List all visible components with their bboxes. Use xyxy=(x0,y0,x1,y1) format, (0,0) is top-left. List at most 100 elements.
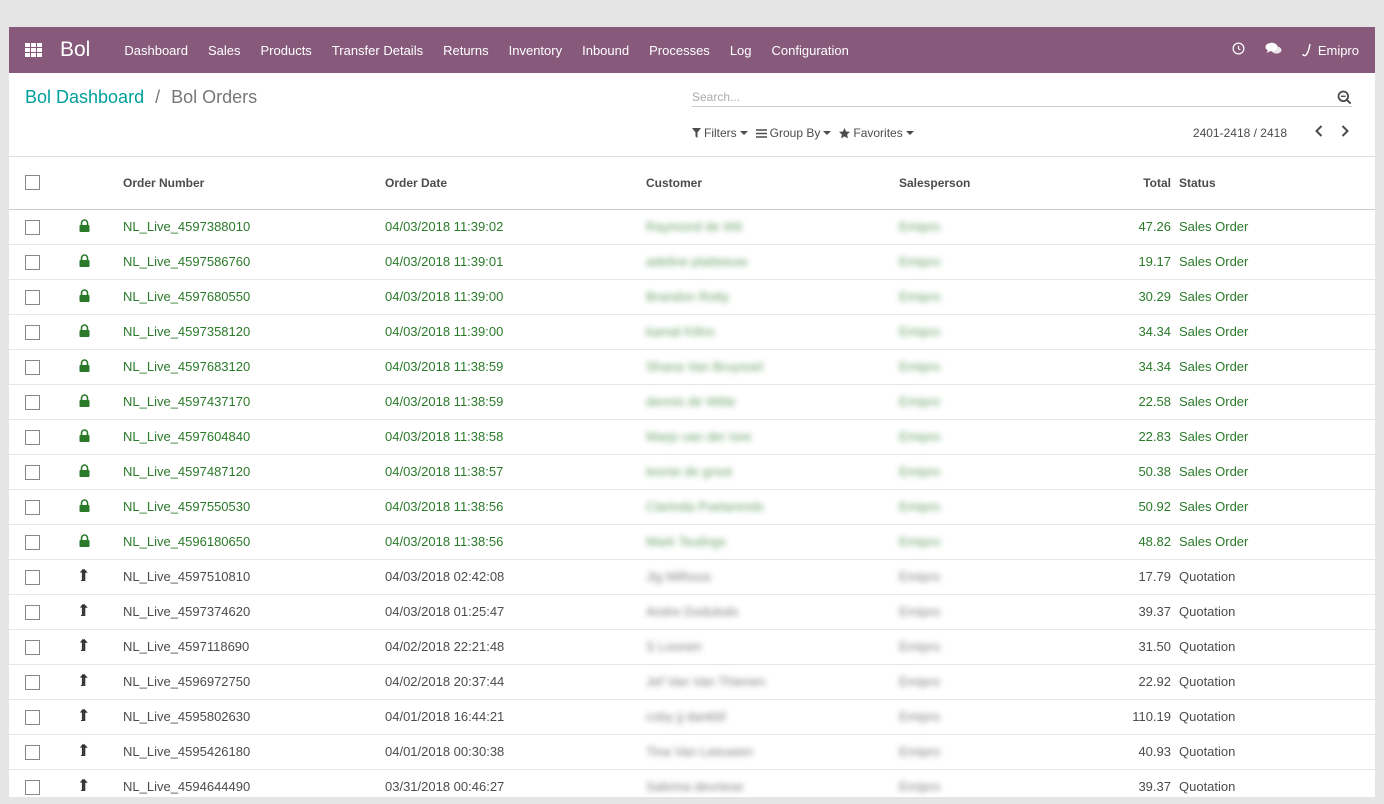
row-checkbox[interactable] xyxy=(25,674,40,690)
user-avatar-icon xyxy=(1302,43,1311,56)
table-row[interactable]: NL_Live_4597487120 04/03/2018 11:38:57 leo… xyxy=(9,454,1375,490)
table-row[interactable]: NL_Live_4597550530 04/03/2018 11:38:56 Cla… xyxy=(9,489,1375,525)
search-icon[interactable] xyxy=(1337,90,1352,108)
order-number-cell: NL_Live_4597586760 xyxy=(123,244,385,280)
row-checkbox[interactable] xyxy=(25,744,40,760)
pager-next-icon[interactable] xyxy=(1341,125,1353,140)
status-cell: Quotation xyxy=(1179,769,1375,797)
select-all-checkbox[interactable] xyxy=(25,175,40,191)
customer-name: Sabrina devriese xyxy=(646,779,744,794)
table-row[interactable]: NL_Live_4597683120 04/03/2018 11:38:59 Sha… xyxy=(9,349,1375,385)
salesperson-cell: Emipro xyxy=(899,244,1049,280)
table-row[interactable]: NL_Live_4597586760 04/03/2018 11:39:01 ade… xyxy=(9,244,1375,280)
row-select-cell xyxy=(9,349,79,385)
row-checkbox[interactable] xyxy=(25,534,40,550)
table-row[interactable]: NL_Live_4597118690 04/02/2018 22:21:48 S L… xyxy=(9,629,1375,665)
status-cell: Sales Order xyxy=(1179,349,1375,385)
row-status-icon-cell xyxy=(79,314,123,350)
level-up-icon xyxy=(79,743,89,760)
group-by-button[interactable]: Group By xyxy=(755,126,832,140)
row-checkbox[interactable] xyxy=(25,324,40,340)
order-number-cell: NL_Live_4597510810 xyxy=(123,559,385,595)
order-date-header[interactable]: Order Date xyxy=(385,157,646,210)
level-up-icon xyxy=(79,778,89,795)
app-brand[interactable]: Bol xyxy=(60,38,90,62)
menu-item-returns[interactable]: Returns xyxy=(443,43,489,58)
table-row[interactable]: NL_Live_4597358120 04/03/2018 11:39:00 kam… xyxy=(9,314,1375,350)
menu-item-inbound[interactable]: Inbound xyxy=(582,43,629,58)
order-number-header[interactable]: Order Number xyxy=(123,157,385,210)
control-panel: Bol Dashboard / Bol Orders Filters Group… xyxy=(9,73,1375,157)
order-number-cell: NL_Live_4595426180 xyxy=(123,734,385,770)
pager-value[interactable]: 2401-2418 / 2418 xyxy=(1193,126,1287,140)
breadcrumb-dashboard-link[interactable]: Bol Dashboard xyxy=(25,87,144,107)
table-row[interactable]: NL_Live_4596180650 04/03/2018 11:38:56 Mar… xyxy=(9,524,1375,560)
row-checkbox[interactable] xyxy=(25,499,40,515)
row-checkbox[interactable] xyxy=(25,569,40,585)
search-input[interactable] xyxy=(692,87,1312,104)
row-checkbox[interactable] xyxy=(25,604,40,620)
table-row[interactable]: NL_Live_4597437170 04/03/2018 11:38:59 den… xyxy=(9,384,1375,420)
menu-item-transfer-details[interactable]: Transfer Details xyxy=(332,43,423,58)
row-checkbox[interactable] xyxy=(25,394,40,410)
salesperson-name: Emipro xyxy=(899,639,941,654)
filters-button[interactable]: Filters xyxy=(692,126,748,140)
table-row[interactable]: NL_Live_4596972750 04/02/2018 20:37:44 Jef… xyxy=(9,664,1375,700)
order-date-cell: 04/03/2018 11:38:58 xyxy=(385,419,646,455)
user-menu[interactable]: Emipro xyxy=(1302,43,1359,58)
apps-menu-icon[interactable] xyxy=(25,43,42,57)
total-cell: 39.37 xyxy=(1049,594,1179,630)
row-checkbox[interactable] xyxy=(25,709,40,725)
menu-item-sales[interactable]: Sales xyxy=(208,43,241,58)
total-header[interactable]: Total xyxy=(1049,157,1179,210)
menu-item-processes[interactable]: Processes xyxy=(649,43,710,58)
row-select-cell xyxy=(9,524,79,560)
table-row[interactable]: NL_Live_4597604840 04/03/2018 11:38:58 Mar… xyxy=(9,419,1375,455)
favorites-button[interactable]: Favorites xyxy=(839,126,914,140)
order-date-cell: 04/03/2018 11:39:00 xyxy=(385,314,646,350)
table-row[interactable]: NL_Live_4597510810 04/03/2018 02:42:08 Jig… xyxy=(9,559,1375,595)
level-up-icon xyxy=(79,603,89,620)
total-cell: 40.93 xyxy=(1049,734,1179,770)
row-select-cell xyxy=(9,769,79,797)
row-checkbox[interactable] xyxy=(25,289,40,305)
level-up-icon xyxy=(79,568,89,585)
table-row[interactable]: NL_Live_4597680550 04/03/2018 11:39:00 Bra… xyxy=(9,279,1375,315)
table-row[interactable]: NL_Live_4597388010 04/03/2018 11:39:02 Ray… xyxy=(9,209,1375,245)
row-checkbox[interactable] xyxy=(25,254,40,270)
table-row[interactable]: NL_Live_4595802630 04/01/2018 16:44:21 cob… xyxy=(9,699,1375,735)
salesperson-header[interactable]: Salesperson xyxy=(899,157,1049,210)
menu-item-dashboard[interactable]: Dashboard xyxy=(124,43,188,58)
total-cell: 110.19 xyxy=(1049,699,1179,735)
table-row[interactable]: NL_Live_4595426180 04/01/2018 00:30:38 Tin… xyxy=(9,734,1375,770)
activity-clock-icon[interactable] xyxy=(1232,42,1245,58)
lock-icon xyxy=(79,253,90,270)
menu-item-log[interactable]: Log xyxy=(730,43,752,58)
row-checkbox[interactable] xyxy=(25,429,40,445)
table-row[interactable]: NL_Live_4594644490 03/31/2018 00:46:27 Sab… xyxy=(9,769,1375,797)
pager-previous-icon[interactable] xyxy=(1315,125,1327,140)
row-checkbox[interactable] xyxy=(25,359,40,375)
row-checkbox[interactable] xyxy=(25,464,40,480)
row-checkbox[interactable] xyxy=(25,779,40,795)
row-checkbox[interactable] xyxy=(25,219,40,235)
row-status-icon-cell xyxy=(79,419,123,455)
row-checkbox[interactable] xyxy=(25,639,40,655)
total-cell: 47.26 xyxy=(1049,209,1179,245)
table-row[interactable]: NL_Live_4597374620 04/03/2018 01:25:47 And… xyxy=(9,594,1375,630)
chat-bubbles-icon[interactable] xyxy=(1265,42,1282,58)
table-header-row: Order Number Order Date Customer Salespe… xyxy=(9,157,1375,210)
order-date-cell: 04/03/2018 11:38:56 xyxy=(385,489,646,525)
group-by-label: Group By xyxy=(769,126,821,140)
customer-header[interactable]: Customer xyxy=(646,157,899,210)
menu-item-products[interactable]: Products xyxy=(261,43,312,58)
menu-item-configuration[interactable]: Configuration xyxy=(772,43,849,58)
order-date-cell: 03/31/2018 00:46:27 xyxy=(385,769,646,797)
menu-item-inventory[interactable]: Inventory xyxy=(509,43,562,58)
status-cell: Sales Order xyxy=(1179,454,1375,490)
level-up-icon xyxy=(79,673,89,690)
status-header[interactable]: Status xyxy=(1179,157,1375,210)
top-navbar: Bol Dashboard Sales Products Transfer Detai… xyxy=(9,27,1375,73)
select-all-cell xyxy=(9,157,79,210)
status-cell: Sales Order xyxy=(1179,419,1375,455)
